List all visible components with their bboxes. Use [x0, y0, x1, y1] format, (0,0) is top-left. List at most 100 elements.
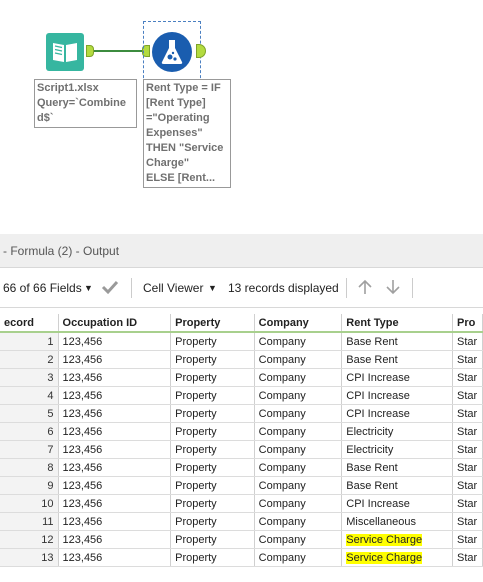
rent-type-cell[interactable]: Base Rent: [341, 332, 453, 351]
company-cell[interactable]: Company: [254, 350, 343, 369]
property-cell[interactable]: Property: [170, 386, 255, 405]
table-row[interactable]: 11 123,456 Property Company Miscellaneous Sta…: [0, 512, 483, 531]
property-cell[interactable]: Property: [170, 440, 255, 459]
table-row[interactable]: 8 123,456 Property Company Base Rent Star: [0, 458, 483, 477]
pro-cell[interactable]: Star: [452, 440, 483, 459]
rent-type-cell[interactable]: Service Charge: [341, 548, 453, 567]
property-cell[interactable]: Property: [170, 530, 255, 549]
checkmark-icon[interactable]: [101, 279, 119, 298]
property-cell[interactable]: Property: [170, 350, 255, 369]
rent-type-cell[interactable]: Base Rent: [341, 476, 453, 495]
property-cell[interactable]: Property: [170, 512, 255, 531]
table-row[interactable]: 13 123,456 Property Company Service Charge St…: [0, 548, 483, 567]
column-header-pro[interactable]: Pro: [452, 314, 483, 333]
property-cell[interactable]: Property: [170, 404, 255, 423]
occupation-id-cell[interactable]: 123,456: [58, 476, 172, 495]
company-cell[interactable]: Company: [254, 422, 343, 441]
company-cell[interactable]: Company: [254, 332, 343, 351]
pro-cell[interactable]: Star: [452, 476, 483, 495]
table-row[interactable]: 3 123,456 Property Company CPI Increase Star: [0, 368, 483, 387]
occupation-id-cell[interactable]: 123,456: [58, 512, 172, 531]
pro-cell[interactable]: Star: [452, 386, 483, 405]
table-row[interactable]: 2 123,456 Property Company Base Rent Star: [0, 350, 483, 369]
property-cell[interactable]: Property: [170, 494, 255, 513]
record-number-cell[interactable]: 13: [0, 548, 59, 567]
table-row[interactable]: 9 123,456 Property Company Base Rent Star: [0, 476, 483, 495]
formula-output-anchor[interactable]: [196, 44, 206, 58]
company-cell[interactable]: Company: [254, 476, 343, 495]
table-row[interactable]: 12 123,456 Property Company Service Charge St…: [0, 530, 483, 549]
occupation-id-cell[interactable]: 123,456: [58, 332, 172, 351]
record-number-cell[interactable]: 8: [0, 458, 59, 477]
rent-type-cell[interactable]: Miscellaneous: [341, 512, 453, 531]
pro-cell[interactable]: Star: [452, 494, 483, 513]
arrow-down-icon[interactable]: [384, 278, 402, 299]
pro-cell[interactable]: Star: [452, 404, 483, 423]
rent-type-cell[interactable]: Electricity: [341, 422, 453, 441]
rent-type-cell[interactable]: CPI Increase: [341, 386, 453, 405]
pro-cell[interactable]: Star: [452, 332, 483, 351]
workflow-canvas[interactable]: Script1.xlsx Query=`Combine d$` Rent Typ…: [0, 0, 483, 232]
occupation-id-cell[interactable]: 123,456: [58, 440, 172, 459]
record-number-cell[interactable]: 4: [0, 386, 59, 405]
company-cell[interactable]: Company: [254, 386, 343, 405]
occupation-id-cell[interactable]: 123,456: [58, 350, 172, 369]
rent-type-cell[interactable]: Base Rent: [341, 350, 453, 369]
table-row[interactable]: 4 123,456 Property Company CPI Increase Star: [0, 386, 483, 405]
pro-cell[interactable]: Star: [452, 368, 483, 387]
company-cell[interactable]: Company: [254, 458, 343, 477]
arrow-up-icon[interactable]: [356, 278, 374, 299]
pro-cell[interactable]: Star: [452, 422, 483, 441]
formula-tool[interactable]: [152, 32, 192, 72]
property-cell[interactable]: Property: [170, 458, 255, 477]
column-header-record[interactable]: ecord: [0, 314, 59, 333]
table-row[interactable]: 10 123,456 Property Company CPI Increase Star: [0, 494, 483, 513]
property-cell[interactable]: Property: [170, 332, 255, 351]
column-header-rent-type[interactable]: Rent Type: [341, 314, 453, 333]
company-cell[interactable]: Company: [254, 494, 343, 513]
property-cell[interactable]: Property: [170, 476, 255, 495]
company-cell[interactable]: Company: [254, 512, 343, 531]
occupation-id-cell[interactable]: 123,456: [58, 422, 172, 441]
record-number-cell[interactable]: 3: [0, 368, 59, 387]
record-number-cell[interactable]: 12: [0, 530, 59, 549]
rent-type-cell[interactable]: CPI Increase: [341, 494, 453, 513]
table-row[interactable]: 7 123,456 Property Company Electricity Star: [0, 440, 483, 459]
property-cell[interactable]: Property: [170, 368, 255, 387]
occupation-id-cell[interactable]: 123,456: [58, 404, 172, 423]
company-cell[interactable]: Company: [254, 440, 343, 459]
pro-cell[interactable]: Star: [452, 458, 483, 477]
company-cell[interactable]: Company: [254, 368, 343, 387]
record-number-cell[interactable]: 6: [0, 422, 59, 441]
rent-type-cell[interactable]: CPI Increase: [341, 368, 453, 387]
occupation-id-cell[interactable]: 123,456: [58, 548, 172, 567]
occupation-id-cell[interactable]: 123,456: [58, 386, 172, 405]
record-number-cell[interactable]: 5: [0, 404, 59, 423]
column-header-company[interactable]: Company: [254, 314, 343, 333]
table-row[interactable]: 6 123,456 Property Company Electricity Star: [0, 422, 483, 441]
pro-cell[interactable]: Star: [452, 350, 483, 369]
caret-down-icon[interactable]: ▼: [84, 268, 93, 308]
company-cell[interactable]: Company: [254, 530, 343, 549]
input-data-tool[interactable]: [46, 33, 84, 71]
pro-cell[interactable]: Star: [452, 548, 483, 567]
record-number-cell[interactable]: 1: [0, 332, 59, 351]
company-cell[interactable]: Company: [254, 404, 343, 423]
connection-line[interactable]: [94, 50, 142, 52]
rent-type-cell[interactable]: Service Charge: [341, 530, 453, 549]
rent-type-cell[interactable]: Base Rent: [341, 458, 453, 477]
record-number-cell[interactable]: 11: [0, 512, 59, 531]
occupation-id-cell[interactable]: 123,456: [58, 494, 172, 513]
occupation-id-cell[interactable]: 123,456: [58, 458, 172, 477]
occupation-id-cell[interactable]: 123,456: [58, 368, 172, 387]
rent-type-cell[interactable]: CPI Increase: [341, 404, 453, 423]
fields-dropdown[interactable]: 66 of 66 Fields: [3, 268, 82, 308]
table-row[interactable]: 1 123,456 Property Company Base Rent Star: [0, 332, 483, 351]
rent-type-cell[interactable]: Electricity: [341, 440, 453, 459]
caret-down-icon[interactable]: ▼: [208, 268, 217, 308]
property-cell[interactable]: Property: [170, 548, 255, 567]
company-cell[interactable]: Company: [254, 548, 343, 567]
occupation-id-cell[interactable]: 123,456: [58, 530, 172, 549]
input-output-anchor[interactable]: [86, 45, 94, 57]
results-grid[interactable]: ecord Occupation ID Property Company Ren…: [0, 314, 483, 567]
